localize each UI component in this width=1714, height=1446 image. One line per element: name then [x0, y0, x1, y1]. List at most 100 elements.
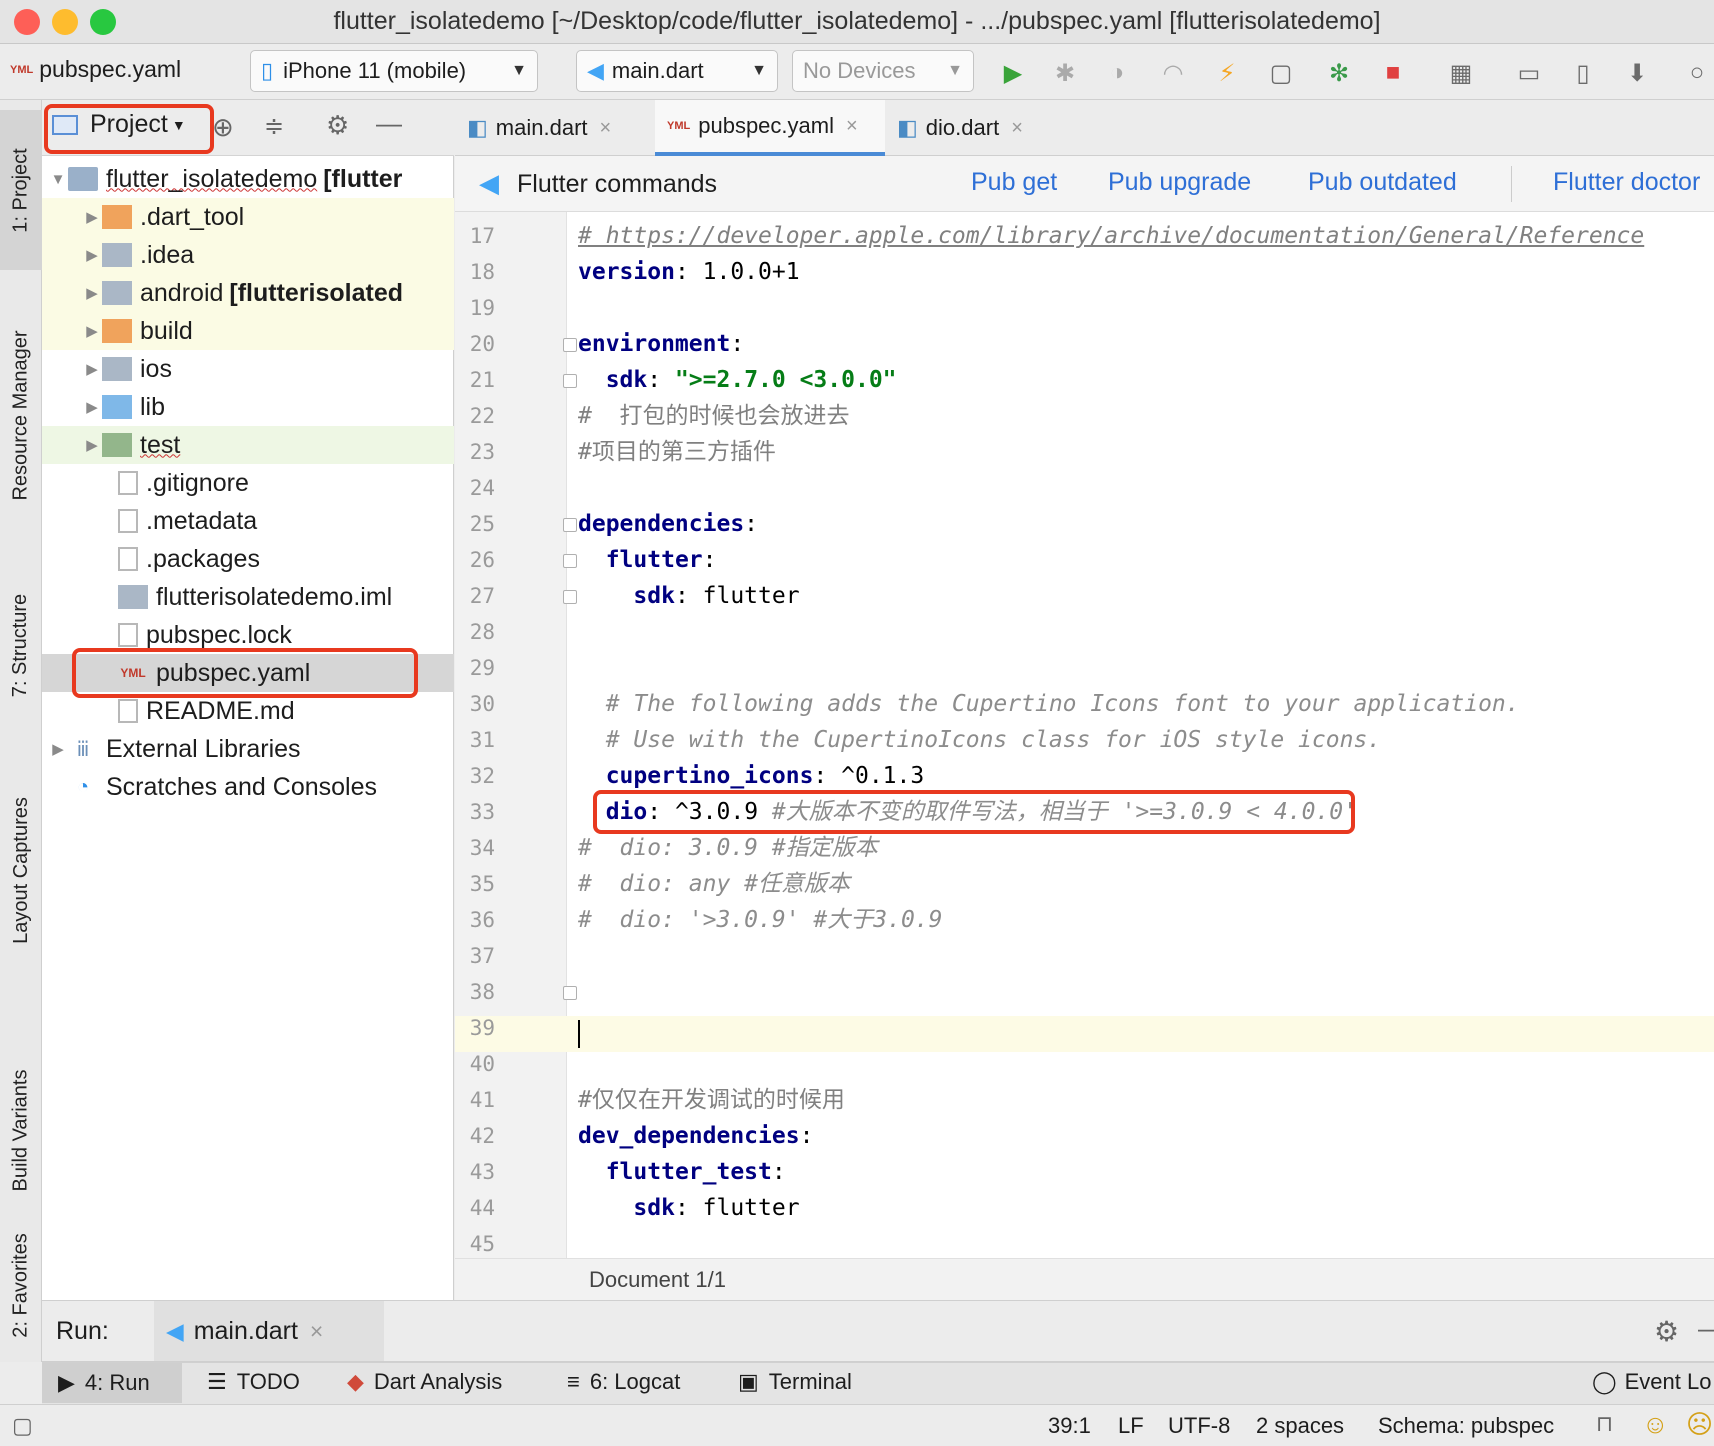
status-bar: ▢ 39:1 LF UTF-8 2 spaces Schema: pubspec…	[0, 1404, 1714, 1446]
tree-item-iml[interactable]: flutterisolatedemo.iml	[42, 578, 454, 616]
run-icon[interactable]: ▶	[996, 56, 1030, 90]
tab-logcat[interactable]: ≡ 6: Logcat	[567, 1369, 680, 1395]
hot-restart-icon[interactable]: ▢	[1264, 56, 1298, 90]
tree-item-build[interactable]: ▶ build	[42, 312, 454, 350]
tree-item-packages[interactable]: .packages	[42, 540, 454, 578]
tree-item-metadata[interactable]: .metadata	[42, 502, 454, 540]
target-device-label: No Devices	[803, 58, 916, 83]
tab-main-dart[interactable]: ◧ main.dart ×	[455, 100, 655, 156]
debug-icon[interactable]: ✱	[1048, 56, 1082, 90]
locate-icon[interactable]: ⊕	[212, 112, 234, 143]
dart-file-icon: ◧	[467, 115, 488, 140]
project-panel-header: Project ▼ ⊕ ≑ ⚙ —	[42, 100, 454, 156]
fold-marker-icon[interactable]	[563, 986, 577, 1000]
tree-root[interactable]: ▼ flutter_isolatedemo [flutter	[42, 160, 454, 198]
gear-icon[interactable]: ⚙	[326, 110, 349, 141]
tree-item-external-libraries[interactable]: ▶ ⅲ External Libraries	[42, 730, 454, 768]
tree-item-readme[interactable]: README.md	[42, 692, 454, 730]
device-manager-icon[interactable]: ▯	[1566, 56, 1600, 90]
run-config-tab[interactable]: ◀ main.dart ×	[154, 1301, 384, 1361]
collapse-all-icon[interactable]: ≑	[264, 112, 284, 141]
dart-analysis-icon: ◆	[347, 1369, 364, 1394]
close-icon[interactable]: ×	[310, 1318, 323, 1345]
tab-project[interactable]: 1: Project	[0, 110, 42, 270]
expand-arrow-icon: ▶	[86, 437, 98, 454]
tab-dart-analysis[interactable]: ◆ Dart Analysis	[347, 1369, 502, 1395]
tab-run[interactable]: ▶ 4: Run	[42, 1363, 182, 1403]
yaml-key: cupertino_icons	[605, 763, 814, 789]
chevron-down-icon: ▼	[947, 62, 963, 79]
line-number: 37	[469, 944, 495, 968]
tab-dio-dart[interactable]: ◧ dio.dart ×	[885, 100, 1055, 156]
device-selector[interactable]: ▯ iPhone 11 (mobile) ▼	[250, 50, 538, 92]
hot-reload-icon[interactable]: ⚡	[1210, 56, 1244, 90]
file-icon	[118, 547, 138, 571]
sdk-manager-icon[interactable]: ⬇	[1620, 56, 1654, 90]
attach-debugger-icon[interactable]: ✻	[1322, 56, 1356, 90]
pub-outdated-link[interactable]: Pub outdated	[1308, 168, 1457, 197]
close-icon[interactable]: ×	[846, 115, 858, 138]
fold-marker-icon[interactable]	[563, 374, 577, 388]
pub-upgrade-link[interactable]: Pub upgrade	[1108, 168, 1251, 197]
indent-setting[interactable]: 2 spaces	[1256, 1413, 1344, 1439]
run-config-selector[interactable]: ◀ main.dart ▼	[576, 50, 778, 92]
tab-todo[interactable]: ☰ TODO	[207, 1369, 300, 1395]
tree-item-label: .dart_tool	[140, 202, 245, 231]
hide-panel-icon[interactable]: —	[1698, 1313, 1714, 1344]
tree-item-lib[interactable]: ▶ lib	[42, 388, 454, 426]
avd-manager-icon[interactable]: ▭	[1512, 56, 1546, 90]
fold-marker-icon[interactable]	[563, 518, 577, 532]
fold-marker-icon[interactable]	[563, 554, 577, 568]
tree-item-pubspec-lock[interactable]: pubspec.lock	[42, 616, 454, 654]
line-separator[interactable]: LF	[1118, 1413, 1144, 1439]
tab-event-log[interactable]: ◯ Event Lo	[1592, 1369, 1711, 1395]
tree-item-scratches[interactable]: ◔ Scratches and Consoles	[42, 768, 454, 806]
gear-icon[interactable]: ⚙	[1654, 1315, 1679, 1348]
toggle-tool-windows-icon[interactable]: ▢	[12, 1413, 33, 1439]
tree-item-dart-tool[interactable]: ▶ .dart_tool	[42, 198, 454, 236]
nav-file[interactable]: YML pubspec.yaml	[10, 56, 181, 83]
tab-pubspec-yaml[interactable]: YML pubspec.yaml ×	[655, 100, 885, 156]
pub-get-link[interactable]: Pub get	[971, 168, 1057, 197]
tree-item-idea[interactable]: ▶ .idea	[42, 236, 454, 274]
hide-panel-icon[interactable]: —	[376, 108, 402, 139]
project-view-selector[interactable]: Project ▼	[52, 110, 186, 139]
expand-arrow-icon: ▶	[86, 323, 98, 340]
code-editor[interactable]: 17 18 19 20 21 22 23 24 25 26 27 28 29 3…	[455, 212, 1714, 1258]
tree-item-test[interactable]: ▶ test	[42, 426, 454, 464]
fold-marker-icon[interactable]	[563, 590, 577, 604]
tree-item-module: [flutterisolated	[229, 278, 404, 307]
lock-icon[interactable]: ⊓	[1596, 1411, 1613, 1437]
fold-marker-icon[interactable]	[563, 338, 577, 352]
tab-layout-captures[interactable]: Layout Captures	[0, 740, 42, 1000]
coverage-icon[interactable]: ◑	[1100, 56, 1134, 90]
tab-resource-manager[interactable]: Resource Manager	[0, 295, 42, 535]
run-icon: ▶	[58, 1370, 75, 1395]
json-schema[interactable]: Schema: pubspec	[1378, 1413, 1554, 1439]
tree-item-pubspec-yaml[interactable]: YML pubspec.yaml	[42, 654, 454, 692]
close-icon[interactable]: ×	[600, 117, 612, 140]
tree-item-ios[interactable]: ▶ ios	[42, 350, 454, 388]
file-encoding[interactable]: UTF-8	[1168, 1413, 1230, 1439]
tree-item-gitignore[interactable]: .gitignore	[42, 464, 454, 502]
profile-icon[interactable]: ◠	[1156, 56, 1190, 90]
line-number: 27	[469, 584, 495, 608]
tree-item-android[interactable]: ▶ android [flutterisolated	[42, 274, 454, 312]
expand-arrow-icon: ▶	[52, 741, 64, 758]
project-structure-icon[interactable]: ▦	[1444, 56, 1478, 90]
yaml-file-icon: YML	[10, 63, 34, 76]
target-device-selector[interactable]: No Devices ▼	[792, 50, 974, 92]
frown-icon[interactable]: ☹	[1686, 1409, 1713, 1440]
yaml-value: 1.0.0+1	[688, 259, 800, 285]
tab-favorites[interactable]: 2: Favorites	[0, 1210, 42, 1360]
list-icon: ☰	[207, 1369, 227, 1394]
stop-icon[interactable]: ■	[1376, 56, 1410, 90]
caret-position[interactable]: 39:1	[1048, 1413, 1091, 1439]
search-icon[interactable]: ○	[1680, 56, 1714, 90]
tab-terminal[interactable]: ▣ Terminal	[738, 1369, 852, 1395]
tab-structure[interactable]: 7: Structure	[0, 560, 42, 730]
flutter-doctor-link[interactable]: Flutter doctor	[1553, 168, 1700, 197]
folder-icon	[68, 167, 98, 191]
smiley-icon[interactable]: ☺	[1642, 1409, 1669, 1440]
close-icon[interactable]: ×	[1011, 117, 1023, 140]
